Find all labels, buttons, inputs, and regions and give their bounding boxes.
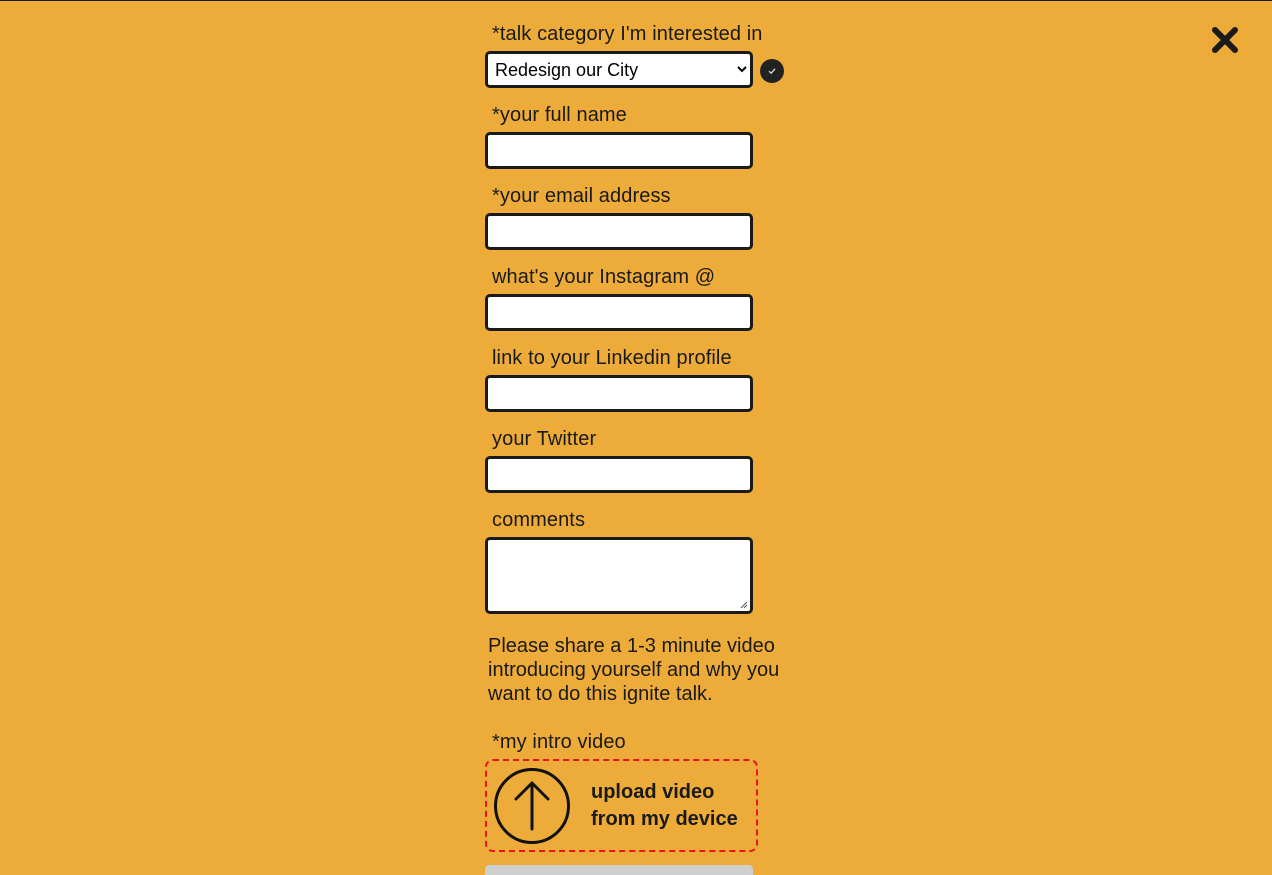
close-button[interactable] xyxy=(1208,23,1242,57)
instagram-label: what's your Instagram @ xyxy=(492,266,716,288)
category-label: *talk category I'm interested in xyxy=(492,23,763,45)
upload-text-line2: from my device xyxy=(591,807,738,830)
resize-handle-icon[interactable] xyxy=(740,601,748,609)
video-instructions: Please share a 1-3 minute video introduc… xyxy=(488,635,780,705)
category-select[interactable]: Redesign our City xyxy=(485,51,753,88)
upload-text-line1: upload video xyxy=(591,780,715,803)
comments-textarea[interactable] xyxy=(485,537,753,614)
twitter-label: your Twitter xyxy=(492,428,597,450)
full-name-input[interactable] xyxy=(485,132,753,169)
close-x-icon xyxy=(1212,27,1238,53)
linkedin-input[interactable] xyxy=(485,375,753,412)
upload-text: upload video from my device xyxy=(591,779,738,833)
upload-arrow-icon xyxy=(494,767,570,844)
email-label: *your email address xyxy=(492,185,671,207)
comments-label: comments xyxy=(492,509,586,531)
full-name-label: *your full name xyxy=(492,104,627,126)
email-input[interactable] xyxy=(485,213,753,250)
instagram-input[interactable] xyxy=(485,294,753,331)
linkedin-label: link to your Linkedin profile xyxy=(492,347,732,369)
upload-video-button[interactable]: upload video from my device xyxy=(485,759,758,852)
category-row: Redesign our City xyxy=(485,51,784,88)
video-label: *my intro video xyxy=(492,731,626,753)
checkmark-icon xyxy=(760,58,784,83)
twitter-input[interactable] xyxy=(485,456,753,493)
